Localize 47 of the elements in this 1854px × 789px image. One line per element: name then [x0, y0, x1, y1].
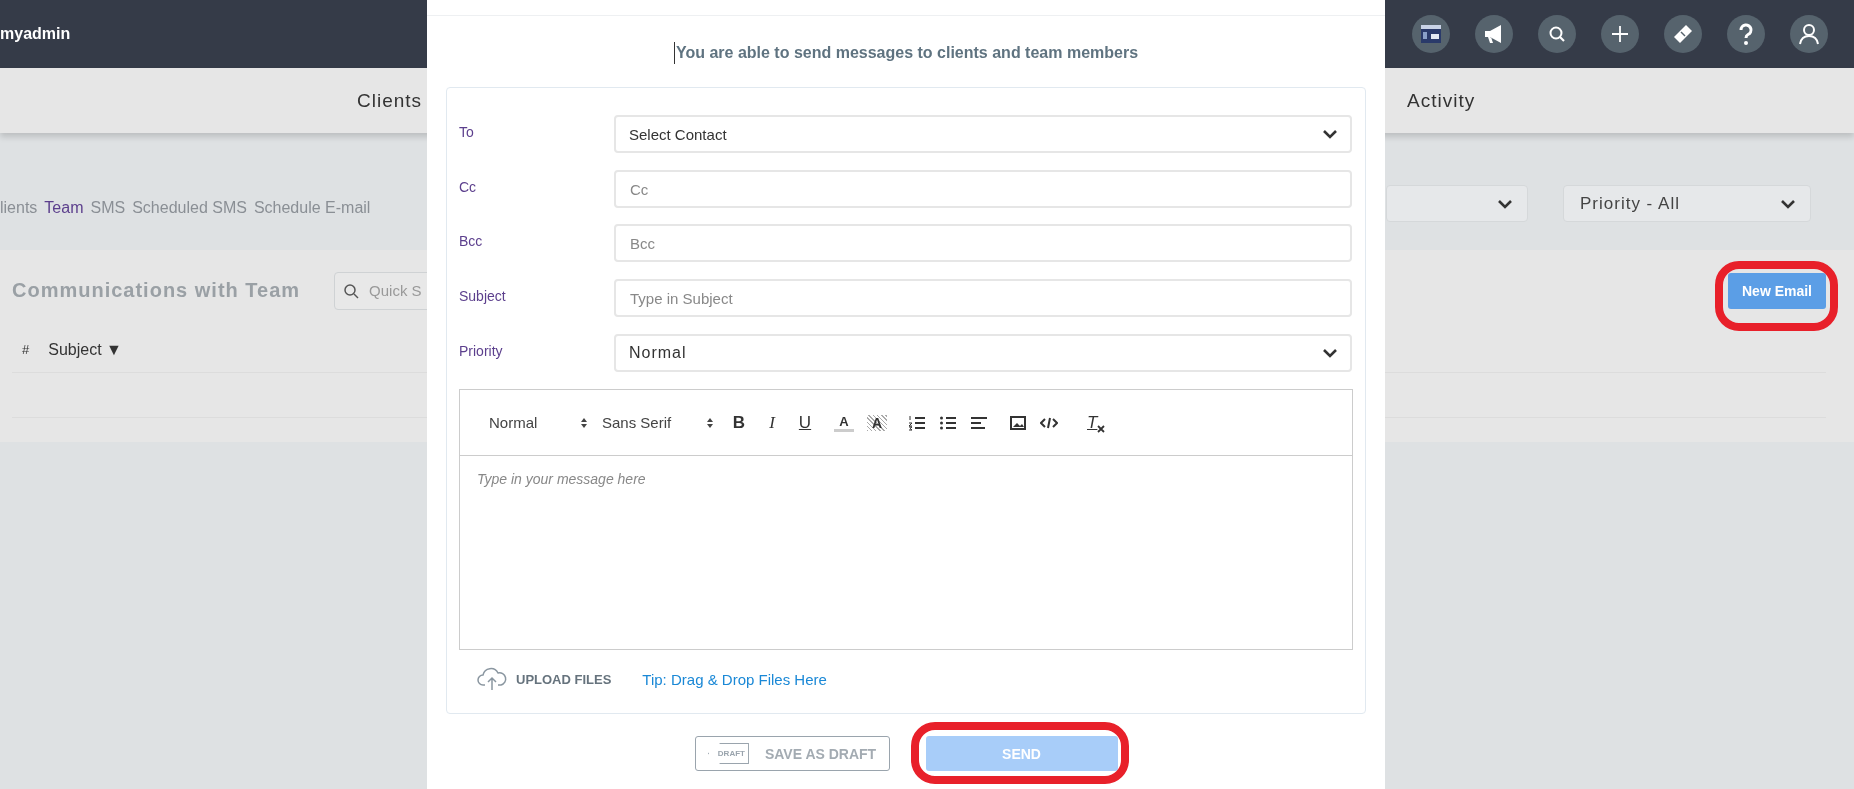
- megaphone-icon[interactable]: [1475, 15, 1513, 53]
- column-header[interactable]: #: [22, 342, 30, 357]
- x-mark-icon: [1097, 424, 1106, 433]
- toolbar-dropdown[interactable]: Sans Serif: [602, 414, 714, 431]
- upload-files-button[interactable]: UPLOAD FILES: [476, 667, 612, 691]
- panel-title: Communications with Team: [12, 279, 301, 302]
- text-color-button[interactable]: A: [834, 413, 854, 432]
- plus-icon[interactable]: [1601, 15, 1639, 53]
- chevron-down-icon: [1497, 198, 1513, 209]
- image-icon[interactable]: [1009, 413, 1027, 432]
- up-down-arrows-icon: [580, 416, 588, 429]
- field-label: Bcc: [459, 232, 484, 249]
- field-label: Cc: [459, 178, 478, 195]
- message-field[interactable]: Type in your message here: [459, 455, 1353, 650]
- ticket-icon[interactable]: [1664, 15, 1702, 53]
- chevron-down-icon: [1322, 348, 1338, 358]
- clear-format-button[interactable]: T: [1087, 412, 1106, 433]
- background-color-button[interactable]: A: [867, 414, 887, 431]
- sub-tab[interactable]: Team: [44, 199, 84, 217]
- bold-button[interactable]: B: [729, 412, 749, 433]
- field-label: Priority: [459, 342, 504, 359]
- select-field[interactable]: Select Contact: [614, 115, 1352, 153]
- nav-link[interactable]: Activity: [1407, 89, 1476, 112]
- underline-button[interactable]: U: [795, 412, 815, 433]
- up-down-arrows-icon: [706, 416, 714, 429]
- search-icon[interactable]: [1538, 15, 1576, 53]
- search-icon: [343, 282, 360, 299]
- select-field[interactable]: Normal: [614, 334, 1352, 372]
- input-field[interactable]: Cc: [614, 170, 1352, 208]
- column-header[interactable]: Subject ▼: [48, 340, 122, 359]
- help-icon[interactable]: [1727, 15, 1765, 53]
- ordered-list-icon[interactable]: [908, 413, 926, 432]
- drop-tip: Tip: Drag & Drop Files Here: [642, 670, 827, 688]
- brand-name: myadmin: [0, 25, 71, 43]
- input-field[interactable]: Bcc: [614, 224, 1352, 262]
- user-icon[interactable]: [1790, 15, 1828, 53]
- cloud-upload-icon: [476, 667, 508, 691]
- chevron-down-icon: [1322, 129, 1338, 139]
- nav-link[interactable]: Clients: [357, 89, 423, 112]
- italic-button[interactable]: I: [762, 412, 782, 433]
- input-field[interactable]: Type in Subject: [614, 279, 1352, 317]
- filter-dropdown[interactable]: Priority - All: [1563, 185, 1811, 222]
- toolbar-dropdown[interactable]: Normal: [489, 414, 588, 431]
- field-label: To: [459, 123, 475, 140]
- chevron-down-icon: [1780, 198, 1796, 209]
- dialog-intro-text: You are able to send messages to clients and team members: [675, 44, 1139, 62]
- browser-window-icon[interactable]: [1412, 15, 1450, 53]
